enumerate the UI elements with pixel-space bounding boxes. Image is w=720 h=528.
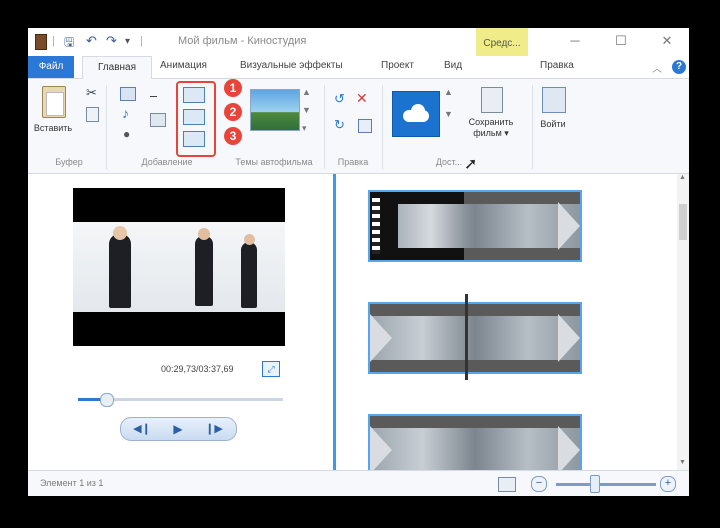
- qat-separator: |: [140, 35, 143, 47]
- movie-maker-window: | 🖫 ↶ ↷ ▾ | Мой фильм - Киностудия Средс…: [28, 28, 689, 496]
- remove-icon[interactable]: ✕: [356, 90, 368, 107]
- playback-time: 00:29,73/03:37,69: [161, 364, 234, 374]
- share-scroll-down-icon[interactable]: ▼: [444, 109, 453, 119]
- contextual-tab-header: Средс...: [476, 28, 528, 56]
- tab-animation[interactable]: Анимация: [160, 60, 207, 71]
- mouse-cursor-icon: ➚: [464, 156, 478, 173]
- preview-pane: 00:29,73/03:37,69 ⤢ ◀❙ ▶ ❙▶: [28, 174, 333, 470]
- qat-dropdown-icon[interactable]: ▾: [125, 36, 130, 47]
- storyboard: [336, 174, 677, 478]
- undo-icon[interactable]: ↶: [86, 33, 97, 49]
- step-badge-3: 3: [224, 127, 242, 145]
- scroll-up-icon[interactable]: ▲: [679, 174, 686, 181]
- title-bar: | 🖫 ↶ ↷ ▾ | Мой фильм - Киностудия Средс…: [28, 28, 689, 56]
- copy-icon[interactable]: [86, 107, 99, 122]
- select-all-icon[interactable]: [358, 119, 372, 133]
- maximize-button[interactable]: ☐: [607, 31, 635, 51]
- main-content: 00:29,73/03:37,69 ⤢ ◀❙ ▶ ❙▶ ▲ ▼: [28, 174, 689, 478]
- video-frame: [73, 222, 285, 312]
- qat-separator: |: [52, 35, 55, 47]
- tab-home[interactable]: Главная: [82, 56, 152, 80]
- rotate-right-icon[interactable]: ↻: [334, 117, 345, 133]
- zoom-slider[interactable]: [556, 483, 656, 486]
- status-text: Элемент 1 из 1: [40, 478, 104, 488]
- timeline-playhead[interactable]: [465, 294, 468, 380]
- seek-handle[interactable]: [100, 393, 114, 407]
- step-badge-2: 2: [224, 103, 242, 121]
- tab-project[interactable]: Проект: [381, 60, 414, 71]
- close-button[interactable]: ✕: [653, 31, 681, 51]
- paste-button-label[interactable]: Вставить: [33, 123, 73, 133]
- group-separator: [324, 85, 325, 169]
- help-icon[interactable]: ?: [672, 60, 686, 74]
- clipboard-group-label: Буфер: [55, 157, 83, 167]
- narration-icon[interactable]: ⎯: [150, 87, 157, 104]
- clip-thumbnail[interactable]: [368, 190, 582, 262]
- save-movie-label[interactable]: Сохранить: [458, 117, 524, 127]
- fullscreen-icon[interactable]: ⤢: [262, 361, 280, 377]
- video-preview[interactable]: [73, 188, 285, 346]
- share-scroll-up-icon[interactable]: ▲: [444, 87, 453, 97]
- zoom-in-button[interactable]: +: [660, 476, 676, 492]
- window-title: Мой фильм - Киностудия: [178, 35, 307, 47]
- status-bar: Элемент 1 из 1 − +: [28, 470, 689, 496]
- autofilm-group-label: Темы автофильма: [235, 157, 313, 167]
- cut-icon[interactable]: ✂: [86, 85, 97, 101]
- step-badge-1: 1: [224, 79, 242, 97]
- autofilm-theme-icon[interactable]: [250, 89, 300, 131]
- ribbon: Вставить ✂ Буфер ♪ ● ⎯ 1 2 3 Добавление …: [28, 79, 689, 174]
- previous-frame-icon[interactable]: ◀❙: [127, 421, 157, 437]
- theme-expand-icon[interactable]: ▾: [302, 123, 307, 134]
- save-icon[interactable]: 🖫: [64, 33, 74, 54]
- editing-group-label: Правка: [337, 157, 369, 167]
- app-icon[interactable]: [35, 34, 47, 50]
- thumbnail-size-icon[interactable]: [498, 477, 516, 492]
- seek-bar[interactable]: [78, 393, 283, 407]
- tab-visual-effects[interactable]: Визуальные эффекты: [240, 60, 343, 71]
- sign-in-icon[interactable]: [542, 87, 566, 113]
- group-separator: [106, 85, 107, 169]
- scroll-down-icon[interactable]: ▼: [679, 459, 686, 466]
- sign-in-label[interactable]: Войти: [533, 119, 573, 129]
- tab-view[interactable]: Вид: [444, 60, 462, 71]
- redo-icon[interactable]: ↷: [106, 33, 117, 49]
- ribbon-tabs: Файл Главная Анимация Визуальные эффекты…: [28, 56, 689, 80]
- highlight-box: [176, 81, 216, 157]
- add-group-label: Добавление: [141, 157, 193, 167]
- snapshot-icon[interactable]: [150, 113, 166, 127]
- tab-edit[interactable]: Правка: [540, 60, 574, 71]
- zoom-out-button[interactable]: −: [531, 476, 547, 492]
- minimize-button[interactable]: ─: [561, 31, 589, 51]
- collapse-ribbon-icon[interactable]: ︿: [652, 60, 662, 75]
- storyboard-scrollbar[interactable]: ▲ ▼: [677, 174, 689, 470]
- next-frame-icon[interactable]: ❙▶: [199, 421, 229, 437]
- tab-file[interactable]: Файл: [28, 56, 74, 78]
- theme-scroll-up-icon[interactable]: ▲: [302, 87, 311, 97]
- clip-thumbnail[interactable]: [368, 414, 582, 478]
- onedrive-icon[interactable]: [392, 91, 440, 137]
- paste-icon[interactable]: [42, 86, 66, 118]
- add-video-icon[interactable]: [120, 87, 136, 101]
- zoom-slider-handle[interactable]: [590, 475, 600, 493]
- save-movie-label-2[interactable]: фильм ▾: [458, 128, 524, 139]
- play-icon[interactable]: ▶: [163, 421, 193, 437]
- rotate-left-icon[interactable]: ↺: [334, 91, 345, 107]
- group-separator: [382, 85, 383, 169]
- clip-thumbnail[interactable]: [368, 302, 582, 374]
- save-movie-icon[interactable]: [481, 87, 503, 113]
- playback-controls: ◀❙ ▶ ❙▶: [120, 417, 237, 441]
- add-music-icon[interactable]: ♪: [122, 105, 129, 121]
- scrollbar-thumb[interactable]: [679, 204, 687, 240]
- webcam-icon[interactable]: ●: [123, 127, 130, 141]
- theme-scroll-down-icon[interactable]: ▼: [302, 105, 311, 115]
